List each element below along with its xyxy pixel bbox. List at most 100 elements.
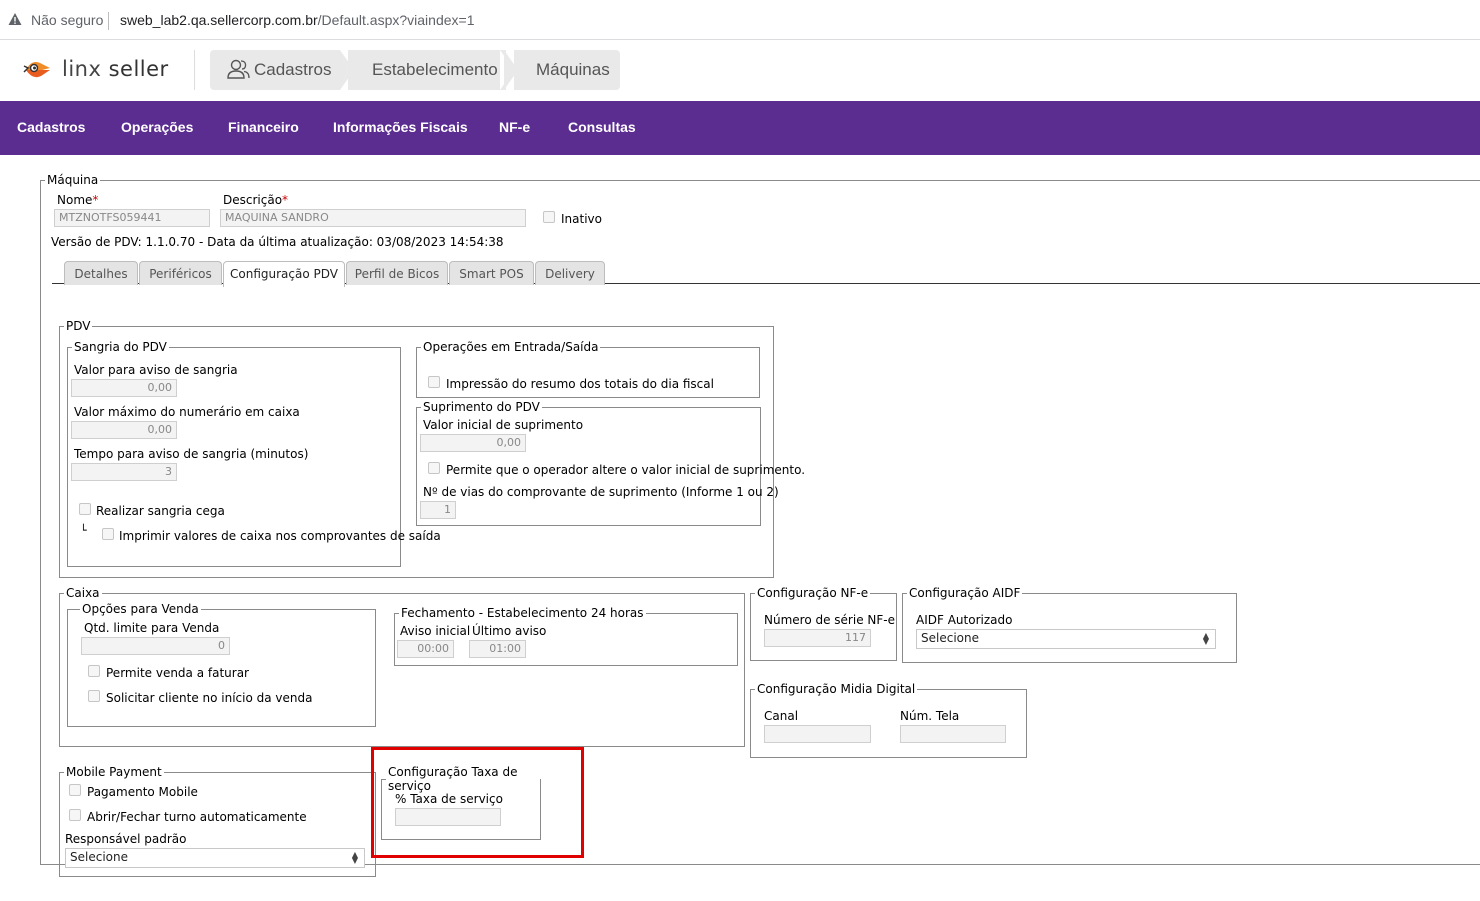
mobile-payment-legend: Mobile Payment (66, 765, 162, 779)
valor-aviso-sangria-label: Valor para aviso de sangria (74, 363, 238, 377)
sangria-legend: Sangria do PDV (74, 340, 167, 354)
pagamento-mobile-checkbox[interactable] (69, 784, 81, 796)
tab-perfil-de-bicos[interactable]: Perfil de Bicos (346, 261, 448, 285)
logo-word-linx: linx (62, 57, 102, 81)
num-tela-label: Núm. Tela (900, 709, 960, 723)
main-nav (0, 101, 1480, 155)
nav-consultas[interactable]: Consultas (568, 119, 636, 135)
valor-inicial-suprimento-input[interactable]: 0,00 (420, 434, 526, 452)
tab-perifericos[interactable]: Periféricos (139, 261, 222, 285)
divider (108, 12, 109, 30)
permite-venda-faturar-checkbox[interactable] (88, 665, 100, 677)
opcoes-venda-legend: Opções para Venda (82, 602, 199, 616)
nav-informacoes-fiscais[interactable]: Informações Fiscais (333, 119, 468, 135)
required-mark: * (282, 193, 289, 207)
url-host: sweb_lab2.qa.sellercorp.com.br (120, 12, 318, 28)
inativo-checkbox[interactable] (543, 211, 555, 223)
numero-vias-input[interactable]: 1 (420, 501, 456, 519)
numero-serie-label: Número de série NF-e (764, 613, 895, 627)
aidf-autorizado-label: AIDF Autorizado (916, 613, 1013, 627)
tab-configuracao-pdv[interactable]: Configuração PDV (223, 261, 345, 287)
security-label[interactable]: Não seguro (31, 12, 103, 28)
url-field[interactable]: sweb_lab2.qa.sellercorp.com.br/Default.a… (120, 12, 474, 28)
imprimir-valores-checkbox[interactable] (102, 528, 114, 540)
operacoes-legend: Operações em Entrada/Saída (423, 340, 599, 354)
abrir-fechar-turno-label: Abrir/Fechar turno automaticamente (87, 810, 307, 824)
aidf-autorizado-value: Selecione (921, 631, 979, 645)
descricao-input[interactable]: MAQUINA SANDRO (220, 209, 526, 227)
valor-aviso-sangria-input[interactable]: 0,00 (71, 379, 177, 397)
breadcrumb-estabelecimento[interactable]: Estabelecimento (348, 50, 506, 90)
canal-label: Canal (764, 709, 799, 723)
nome-label: Nome* (57, 193, 98, 207)
aviso-inicial-label: Aviso inicial (400, 624, 471, 638)
ultimo-aviso-label: Último aviso (472, 624, 547, 638)
highlight-box (371, 747, 584, 858)
nav-operacoes[interactable]: Operações (121, 119, 193, 135)
valor-maximo-label: Valor máximo do numerário em caixa (74, 405, 300, 419)
warning-icon (8, 13, 22, 25)
responsavel-padrao-select[interactable]: Selecione ▲ ▼ (65, 848, 365, 868)
nav-financeiro[interactable]: Financeiro (228, 119, 299, 135)
canal-input[interactable] (764, 725, 871, 743)
versao-text: Versão de PDV: 1.1.0.70 - Data da última… (51, 235, 504, 249)
nfe-legend: Configuração NF-e (757, 586, 869, 600)
qtd-limite-input[interactable]: 0 (81, 637, 230, 655)
required-mark: * (92, 193, 99, 207)
fechamento-legend: Fechamento - Estabelecimento 24 horas (401, 606, 644, 620)
nome-label-text: Nome (57, 193, 93, 207)
midia-digital-legend: Configuração Midia Digital (757, 682, 916, 696)
pdv-legend: PDV (66, 319, 91, 333)
aidf-legend: Configuração AIDF (909, 586, 1021, 600)
maquina-legend: Máquina (47, 173, 99, 187)
aidf-autorizado-select[interactable]: Selecione ▲ ▼ (916, 629, 1216, 649)
realizar-sangria-cega-checkbox[interactable] (79, 503, 91, 515)
imprimir-valores-label: Imprimir valores de caixa nos comprovant… (119, 529, 441, 543)
select-arrows-icon: ▲ ▼ (1202, 631, 1209, 646)
browser-address-bar: Não seguro sweb_lab2.qa.sellercorp.com.b… (0, 0, 1480, 40)
descricao-label: Descrição* (223, 193, 288, 207)
tempo-aviso-input[interactable]: 3 (71, 463, 177, 481)
breadcrumb-arrow-tip (340, 50, 348, 90)
divider (194, 50, 195, 90)
tab-delivery[interactable]: Delivery (535, 261, 605, 285)
numero-vias-label: Nº de vias do comprovante de suprimento … (423, 485, 779, 499)
pagamento-mobile-label: Pagamento Mobile (87, 785, 198, 799)
nav-nfe[interactable]: NF-e (499, 119, 530, 135)
responsavel-padrao-value: Selecione (70, 850, 128, 864)
numero-serie-input[interactable]: 117 (764, 629, 871, 647)
nav-cadastros[interactable]: Cadastros (17, 119, 85, 135)
responsavel-padrao-label: Responsável padrão (65, 832, 187, 846)
inativo-label: Inativo (561, 212, 602, 226)
suprimento-legend: Suprimento do PDV (423, 400, 540, 414)
realizar-sangria-cega-label: Realizar sangria cega (96, 504, 225, 518)
descricao-label-text: Descrição (223, 193, 283, 207)
select-arrows-icon: ▲ ▼ (351, 850, 358, 865)
ultimo-aviso-input[interactable]: 01:00 (469, 640, 526, 658)
permite-alterar-checkbox[interactable] (428, 462, 440, 474)
nome-input[interactable]: MTZNOTFS059441 (54, 209, 210, 227)
url-path: /Default.aspx?viaindex=1 (317, 12, 475, 28)
num-tela-input[interactable] (900, 725, 1006, 743)
logo-word-seller: seller (108, 57, 169, 81)
breadcrumb-maquinas[interactable]: Máquinas (514, 50, 620, 90)
users-icon (227, 59, 250, 79)
solicitar-cliente-label: Solicitar cliente no início da venda (106, 691, 313, 705)
valor-maximo-input[interactable]: 0,00 (71, 421, 177, 439)
qtd-limite-label: Qtd. limite para Venda (84, 621, 220, 635)
abrir-fechar-turno-checkbox[interactable] (69, 809, 81, 821)
tempo-aviso-label: Tempo para aviso de sangria (minutos) (74, 447, 309, 461)
valor-inicial-suprimento-label: Valor inicial de suprimento (423, 418, 584, 432)
brand-logo: linx seller (62, 57, 169, 81)
aviso-inicial-input[interactable]: 00:00 (397, 640, 454, 658)
impressao-resumo-label: Impressão do resumo dos totais do dia fi… (446, 377, 714, 391)
tab-smart-pos[interactable]: Smart POS (449, 261, 534, 285)
caixa-legend: Caixa (66, 586, 100, 600)
linx-logo-icon (23, 62, 50, 78)
permite-alterar-label: Permite que o operador altere o valor in… (446, 463, 806, 477)
tree-connector: └ (80, 524, 87, 537)
impressao-resumo-checkbox[interactable] (428, 376, 440, 388)
tab-detalhes[interactable]: Detalhes (64, 261, 138, 285)
permite-venda-faturar-label: Permite venda a faturar (106, 666, 249, 680)
solicitar-cliente-checkbox[interactable] (88, 690, 100, 702)
